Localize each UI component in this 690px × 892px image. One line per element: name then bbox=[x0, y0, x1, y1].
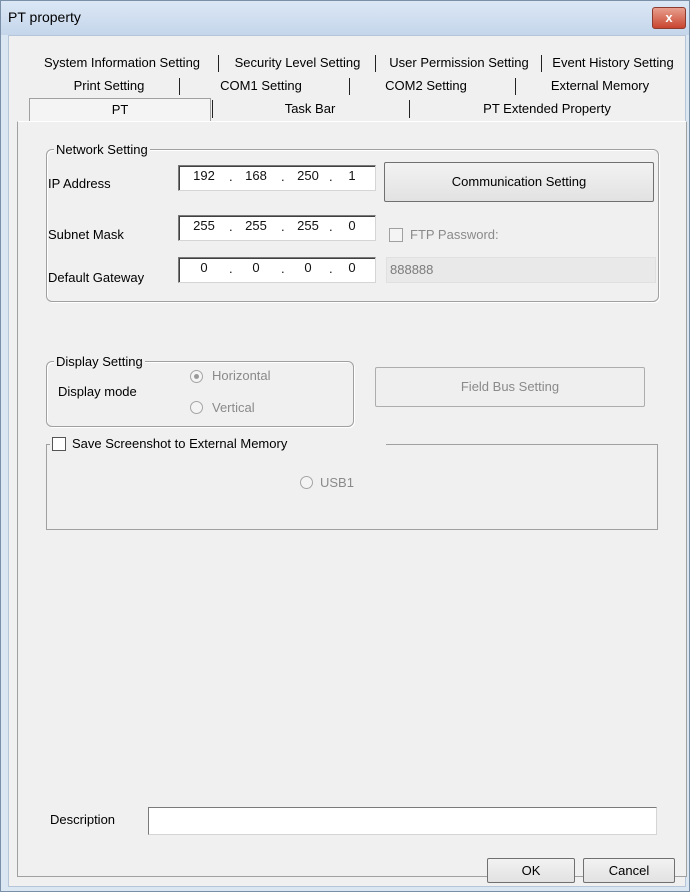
ip-dot: . bbox=[229, 219, 233, 234]
communication-setting-button[interactable]: Communication Setting bbox=[384, 162, 654, 202]
ftp-password-field[interactable]: 888888 bbox=[386, 257, 656, 283]
ip-octet: 255 bbox=[297, 218, 319, 233]
tab-divider bbox=[375, 55, 376, 72]
ip-dot: . bbox=[329, 261, 333, 276]
close-button[interactable]: x bbox=[652, 7, 686, 29]
field-bus-setting-button[interactable]: Field Bus Setting bbox=[375, 367, 645, 407]
display-mode-label: Display mode bbox=[58, 384, 137, 399]
network-setting-title: Network Setting bbox=[54, 142, 150, 157]
vertical-radio[interactable] bbox=[190, 401, 203, 414]
tab-event-history-setting[interactable]: Event History Setting bbox=[543, 54, 683, 72]
tab-pt[interactable]: PT bbox=[29, 98, 211, 121]
ip-dot: . bbox=[281, 169, 285, 184]
ip-octet: 255 bbox=[245, 218, 267, 233]
tab-com2-setting[interactable]: COM2 Setting bbox=[351, 77, 501, 95]
default-gateway-label: Default Gateway bbox=[48, 270, 145, 285]
pt-tab-panel: Network Setting IP Address 192 . 168 . 2… bbox=[17, 121, 687, 877]
dialog-client-area: System Information Setting Security Leve… bbox=[8, 35, 687, 887]
tab-divider bbox=[212, 100, 213, 118]
pt-property-dialog: PT property x System Information Setting… bbox=[0, 0, 690, 892]
ip-octet: 0 bbox=[252, 260, 260, 275]
tab-external-memory[interactable]: External Memory bbox=[517, 77, 683, 95]
tab-task-bar[interactable]: Task Bar bbox=[214, 100, 406, 118]
ip-dot: . bbox=[281, 261, 285, 276]
ok-button[interactable]: OK bbox=[487, 858, 575, 883]
description-label: Description bbox=[50, 812, 116, 827]
ip-octet: 0 bbox=[348, 218, 356, 233]
description-input[interactable] bbox=[148, 807, 657, 835]
ip-octet: 1 bbox=[348, 168, 356, 183]
horizontal-radio[interactable] bbox=[190, 370, 203, 383]
ip-octet: 0 bbox=[348, 260, 356, 275]
tab-com1-setting[interactable]: COM1 Setting bbox=[181, 77, 341, 95]
tab-divider bbox=[349, 78, 350, 95]
vertical-label: Vertical bbox=[212, 400, 255, 415]
tab-pt-extended-property[interactable]: PT Extended Property bbox=[411, 100, 683, 118]
default-gateway-field[interactable]: 0 . 0 . 0 . 0 bbox=[178, 257, 376, 283]
subnet-mask-label: Subnet Mask bbox=[48, 227, 124, 242]
ftp-password-label: FTP Password: bbox=[410, 227, 499, 242]
subnet-mask-field[interactable]: 255 . 255 . 255 . 0 bbox=[178, 215, 376, 241]
ip-dot: . bbox=[229, 261, 233, 276]
tab-divider bbox=[541, 55, 542, 72]
ip-address-label: IP Address bbox=[48, 176, 111, 191]
horizontal-label: Horizontal bbox=[212, 368, 271, 383]
ip-dot: . bbox=[229, 169, 233, 184]
tab-user-permission-setting[interactable]: User Permission Setting bbox=[377, 54, 541, 72]
ip-dot: . bbox=[329, 219, 333, 234]
usb1-label: USB1 bbox=[320, 475, 354, 490]
title-bar: PT property x bbox=[1, 1, 689, 35]
tab-divider bbox=[409, 100, 410, 118]
tab-print-setting[interactable]: Print Setting bbox=[39, 77, 179, 95]
ip-octet: 168 bbox=[245, 168, 267, 183]
tab-system-information-setting[interactable]: System Information Setting bbox=[26, 54, 218, 72]
ip-octet: 0 bbox=[304, 260, 312, 275]
ip-address-field[interactable]: 192 . 168 . 250 . 1 bbox=[178, 165, 376, 191]
window-title: PT property bbox=[8, 9, 81, 25]
ftp-password-checkbox[interactable] bbox=[389, 228, 403, 242]
tab-divider bbox=[515, 78, 516, 95]
ip-dot: . bbox=[281, 219, 285, 234]
ip-octet: 0 bbox=[200, 260, 208, 275]
ip-dot: . bbox=[329, 169, 333, 184]
ip-octet: 192 bbox=[193, 168, 215, 183]
tab-divider bbox=[179, 78, 180, 95]
tab-security-level-setting[interactable]: Security Level Setting bbox=[220, 54, 375, 72]
ip-octet: 255 bbox=[193, 218, 215, 233]
cancel-button[interactable]: Cancel bbox=[583, 858, 675, 883]
save-screenshot-label: Save Screenshot to External Memory bbox=[72, 436, 288, 451]
ip-octet: 250 bbox=[297, 168, 319, 183]
display-setting-title: Display Setting bbox=[54, 354, 145, 369]
usb1-radio[interactable] bbox=[300, 476, 313, 489]
save-screenshot-checkbox[interactable] bbox=[52, 437, 66, 451]
tab-divider bbox=[218, 55, 219, 72]
